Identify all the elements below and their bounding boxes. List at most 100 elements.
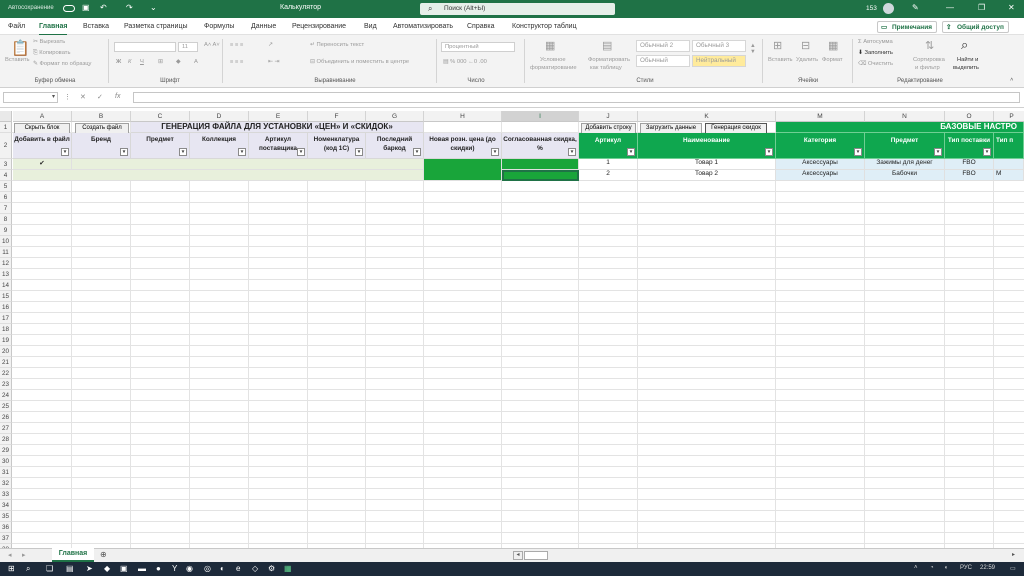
collapse-ribbon-icon[interactable]: ˄ bbox=[1010, 77, 1013, 83]
sort-filter-label-1[interactable]: Сортировка bbox=[913, 57, 945, 63]
fill-color-icon[interactable]: ◆ bbox=[176, 59, 180, 65]
close-icon[interactable]: ✕ bbox=[1008, 3, 1015, 12]
row-header-5[interactable]: 5 bbox=[0, 181, 12, 192]
cells-b3-g3[interactable] bbox=[72, 159, 424, 170]
row-header-16[interactable]: 16 bbox=[0, 302, 12, 313]
yandex-icon[interactable]: Y bbox=[172, 564, 177, 573]
copy-button[interactable]: ⎘ Копировать bbox=[33, 50, 70, 57]
menu-page-layout[interactable]: Разметка страницы bbox=[124, 23, 188, 30]
column-header-f[interactable]: F bbox=[308, 111, 366, 122]
borders-icon[interactable]: ⊞ bbox=[158, 59, 163, 65]
excel-icon[interactable]: ▦ bbox=[284, 564, 292, 573]
row-header-23[interactable]: 23 bbox=[0, 379, 12, 390]
font-name-select[interactable] bbox=[114, 42, 176, 52]
row-header-20[interactable]: 20 bbox=[0, 346, 12, 357]
orientation-icon[interactable]: ↗ bbox=[268, 42, 273, 48]
cell-p3[interactable] bbox=[994, 159, 1024, 170]
cut-button[interactable]: ✂ Вырезать bbox=[33, 39, 65, 45]
row-header-13[interactable]: 13 bbox=[0, 269, 12, 280]
row-header-37[interactable]: 37 bbox=[0, 533, 12, 544]
task-view-icon[interactable]: ❏ bbox=[46, 564, 53, 573]
find-select-icon[interactable]: ⌕ bbox=[961, 37, 968, 53]
row-header-17[interactable]: 17 bbox=[0, 313, 12, 324]
cell-j4[interactable]: 2 bbox=[579, 170, 638, 181]
row-header-27[interactable]: 27 bbox=[0, 423, 12, 434]
insert-cells-label[interactable]: Вставить bbox=[768, 57, 793, 63]
show-hidden-icon[interactable]: ˄ bbox=[914, 565, 918, 571]
notification-icon[interactable]: ▭ bbox=[1010, 565, 1016, 572]
delete-cells-label[interactable]: Удалить bbox=[796, 57, 818, 63]
column-header-h[interactable]: H bbox=[424, 111, 502, 122]
cell-m4[interactable]: Аксессуары bbox=[776, 170, 865, 181]
find-select-label-1[interactable]: Найти и bbox=[957, 57, 978, 63]
network-icon[interactable]: ◔ bbox=[930, 565, 934, 571]
row-header-1[interactable]: 1 bbox=[0, 122, 12, 133]
grow-font-icon[interactable]: A˄ A˅ bbox=[204, 42, 220, 48]
menu-data[interactable]: Данные bbox=[251, 23, 276, 30]
chrome-icon[interactable]: ◉ bbox=[186, 564, 193, 573]
cell-i4-selected[interactable] bbox=[502, 170, 579, 181]
delete-cells-icon[interactable]: ⊟ bbox=[801, 39, 810, 52]
app-icon[interactable]: ◇ bbox=[252, 564, 258, 573]
italic-icon[interactable]: К bbox=[128, 59, 131, 65]
cell-k3[interactable]: Товар 1 bbox=[638, 159, 776, 170]
align-left-icons[interactable]: ≡ ≡ ≡ bbox=[230, 59, 243, 65]
cell-k4[interactable]: Товар 2 bbox=[638, 170, 776, 181]
underline-icon[interactable]: Ч bbox=[140, 59, 144, 65]
column-header-g[interactable]: G bbox=[366, 111, 424, 122]
avatar[interactable] bbox=[883, 3, 894, 14]
paste-icon[interactable]: 📋 bbox=[11, 39, 30, 57]
cell-i3[interactable] bbox=[502, 159, 579, 170]
column-header-b[interactable]: B bbox=[72, 111, 131, 122]
maximize-icon[interactable]: ❐ bbox=[978, 3, 985, 12]
row-header-22[interactable]: 22 bbox=[0, 368, 12, 379]
style-normal-3[interactable]: Обычный 3 bbox=[692, 40, 746, 52]
insert-cells-icon[interactable]: ⊞ bbox=[773, 39, 782, 52]
edge-icon[interactable]: e bbox=[236, 564, 240, 573]
row-header-32[interactable]: 32 bbox=[0, 478, 12, 489]
row-header-10[interactable]: 10 bbox=[0, 236, 12, 247]
row-header-14[interactable]: 14 bbox=[0, 280, 12, 291]
menu-home[interactable]: Главная bbox=[39, 23, 68, 36]
filter-icon[interactable]: ▾ bbox=[355, 148, 363, 156]
row-header-8[interactable]: 8 bbox=[0, 214, 12, 225]
format-as-table-icon[interactable]: ▤ bbox=[602, 39, 612, 52]
row-header-34[interactable]: 34 bbox=[0, 500, 12, 511]
menu-file[interactable]: Файл bbox=[8, 23, 25, 30]
minimize-icon[interactable]: — bbox=[946, 3, 954, 12]
filter-icon[interactable]: ▾ bbox=[413, 148, 421, 156]
row-header-24[interactable]: 24 bbox=[0, 390, 12, 401]
app-icon[interactable]: ● bbox=[156, 564, 161, 573]
scroll-right-icon[interactable]: ▸ bbox=[1012, 551, 1015, 558]
row-header-3[interactable]: 3 bbox=[0, 159, 12, 170]
cancel-icon[interactable]: ✕ bbox=[80, 93, 86, 101]
menu-automate[interactable]: Автоматизировать bbox=[393, 23, 453, 30]
menu-help[interactable]: Справка bbox=[467, 23, 494, 30]
sheet-tab-main[interactable]: Главная bbox=[52, 548, 94, 562]
cell-j3[interactable]: 1 bbox=[579, 159, 638, 170]
taskbar-search-icon[interactable]: ⌕ bbox=[26, 564, 30, 574]
settings-icon[interactable]: ⚙ bbox=[268, 564, 275, 573]
column-header-n[interactable]: N bbox=[865, 111, 945, 122]
row-header-19[interactable]: 19 bbox=[0, 335, 12, 346]
name-box[interactable]: ▾ bbox=[3, 92, 58, 103]
paste-label[interactable]: Вставить bbox=[5, 57, 30, 63]
bold-icon[interactable]: Ж bbox=[116, 59, 121, 65]
row-header-33[interactable]: 33 bbox=[0, 489, 12, 500]
notes-button[interactable]: ▭ Примечания bbox=[877, 21, 938, 33]
menu-formulas[interactable]: Формулы bbox=[204, 23, 234, 30]
clock[interactable]: 22:59 bbox=[980, 565, 995, 571]
quick-access-icon[interactable]: ⌄ bbox=[150, 3, 157, 12]
format-as-table-label-1[interactable]: Форматировать bbox=[588, 57, 630, 63]
column-header-d[interactable]: D bbox=[190, 111, 249, 122]
filter-icon[interactable]: ▾ bbox=[627, 148, 635, 156]
chevron-down-icon[interactable]: ▾ bbox=[52, 93, 55, 100]
row-header-36[interactable]: 36 bbox=[0, 522, 12, 533]
column-header-e[interactable]: E bbox=[249, 111, 308, 122]
conditional-format-icon[interactable]: ▦ bbox=[545, 39, 555, 52]
filter-icon[interactable]: ▾ bbox=[765, 148, 773, 156]
wrap-text-button[interactable]: ↵ Переносить текст bbox=[310, 42, 364, 48]
filter-icon[interactable]: ▾ bbox=[179, 148, 187, 156]
row-header-2[interactable]: 2 bbox=[0, 133, 12, 159]
select-all-corner[interactable] bbox=[0, 111, 12, 122]
